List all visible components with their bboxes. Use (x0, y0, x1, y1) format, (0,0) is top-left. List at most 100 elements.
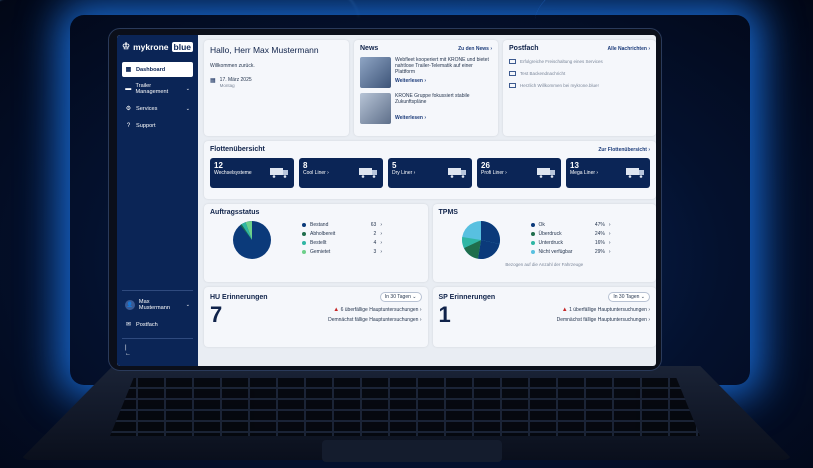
warning-icon: ▲ (333, 307, 340, 313)
sidebar-item-label: Services (136, 105, 158, 112)
tpms-pie (461, 220, 500, 260)
legend-row[interactable]: Gemietet 3 › (302, 249, 382, 255)
news-item-body: KRONE Gruppe fokussiert stabile Zukunfts… (395, 93, 492, 124)
chevron-right-icon: › (380, 249, 382, 255)
legend-dot (530, 241, 535, 245)
select-value: In 30 Tagen (384, 294, 411, 300)
legend-row[interactable]: Abholbereit 2 › (302, 231, 382, 237)
news-item[interactable]: Webfleet kooperiert mit KRONE und bietet… (360, 57, 492, 88)
legend-value: 16% (594, 240, 605, 246)
sidebar-item-trailer-management[interactable]: ▬ Trailer Management ⌄ (122, 79, 193, 99)
legend-dot (302, 250, 306, 254)
mail-subject: Test Backendnachricht (520, 71, 566, 76)
app-screen: ♔ mykrone blue ▦ Dashboard ▬ Trailer Man… (117, 35, 656, 366)
mailbox-title: Postfach (509, 45, 539, 52)
legend-row[interactable]: Unterdruck 16% › (530, 240, 611, 246)
sp-overdue-link[interactable]: ▲ 1 überfällige Hauptuntersuchungen › (557, 307, 650, 313)
legend-row[interactable]: Nicht verfügbar 29% › (530, 249, 611, 255)
sidebar-item-services[interactable]: ⚙ Services ⌄ (122, 101, 193, 116)
mail-item[interactable]: Erfolgreiche Freischaltung eines Service… (509, 59, 650, 64)
legend-dot (302, 232, 306, 236)
sp-links: ▲ 1 überfällige Hauptuntersuchungen › De… (557, 307, 650, 323)
hu-period-select[interactable]: In 30 Tagen ⌄ (379, 292, 422, 302)
news-item[interactable]: KRONE Gruppe fokussiert stabile Zukunfts… (360, 93, 492, 124)
sp-title: SP Erinnerungen (438, 293, 496, 301)
truck-icon (448, 168, 466, 178)
truck-icon (270, 168, 288, 178)
legend-row[interactable]: Bestellt 4 › (302, 240, 382, 246)
link-text: Weiterlesen (395, 115, 423, 121)
truck-icon (359, 168, 377, 178)
date-block: ▦ 17. März 2025 Montag (210, 77, 343, 88)
mail-item[interactable]: Test Backendnachricht (509, 71, 650, 76)
fleet-tile-profi-liner[interactable]: 26 Profi Liner › (477, 158, 561, 188)
hu-soon-link[interactable]: Demnächst fällige Hauptuntersuchungen › (328, 317, 421, 323)
fleet-tile-cool-liner[interactable]: 8 Cool Liner › (299, 158, 383, 188)
sidebar-item-postfach[interactable]: ✉ Postfach (122, 317, 193, 332)
link-text: Demnächst fällige Hauptuntersuchungen (556, 317, 647, 323)
fleet-label-text: Cool Liner (303, 170, 326, 176)
crown-icon: ♔ (122, 41, 131, 51)
fleet-tile-dry-liner[interactable]: 5 Dry Liner › (388, 158, 472, 188)
sidebar-item-label: Dashboard (136, 66, 166, 73)
link-text: Weiterlesen (395, 78, 423, 84)
legend-label: Nicht verfügbar (538, 249, 573, 255)
legend-dot (302, 241, 306, 245)
charts-row: Auftragsstatus Bestand 63 › Abholbereit 2 › … (204, 204, 656, 282)
tpms-footnote: Bezogen auf die Anzahl der Fahrzeuge (505, 262, 584, 267)
fleet-title: Flottenübersicht (210, 146, 265, 153)
news-image (360, 93, 391, 124)
hu-count: 7 (210, 302, 223, 327)
legend-row[interactable]: Überdruck 24% › (530, 231, 611, 237)
hu-overdue-link[interactable]: ▲ 6 überfällige Hauptuntersuchungen › (328, 307, 421, 313)
sidebar-item-support[interactable]: ? Support (122, 118, 193, 133)
weekday-text: Montag (219, 83, 235, 88)
top-row: Hallo, Herr Max Mustermann Willkommen zu… (204, 40, 656, 136)
mailbox-all-link[interactable]: Alle Nachrichten › (607, 46, 650, 52)
fleet-card: Flottenübersicht Zur Flottenübersicht › … (204, 141, 656, 199)
legend-dot (530, 232, 535, 236)
fleet-tile-wechselsysteme[interactable]: 12 Wechselsysteme (210, 158, 294, 188)
collapse-sidebar-button[interactable]: |← (122, 343, 193, 358)
link-text: Zu den News (458, 45, 489, 52)
sidebar-user[interactable]: 👤 Max Mustermann ⌄ (122, 295, 193, 315)
legend-row[interactable]: Ok 47% › (530, 222, 611, 228)
sp-soon-link[interactable]: Demnächst fällige Hauptuntersuchungen › (557, 317, 650, 323)
legend-value: 4 (373, 240, 377, 246)
legend-row[interactable]: Bestand 63 › (302, 222, 382, 228)
sp-count: 1 (438, 302, 451, 327)
envelope-icon (509, 59, 516, 64)
welcome-subtitle: Willkommen zurück. (210, 63, 255, 69)
fleet-label-text: Profi Liner (481, 170, 504, 176)
fleet-link[interactable]: Zur Flottenübersicht › (598, 147, 650, 153)
mail-icon: ✉ (125, 322, 132, 328)
fleet-row: 12 Wechselsysteme 8 Cool Liner › 5 Dry L… (210, 158, 650, 188)
welcome-title: Hallo, Herr Max Mustermann (210, 45, 319, 55)
legend-label: Abholbereit (310, 231, 336, 237)
calendar-icon: ▦ (210, 78, 216, 84)
news-card: News Zu den News › Webfleet kooperiert m… (354, 40, 498, 136)
chevron-right-icon: › (608, 231, 611, 237)
welcome-card: Hallo, Herr Max Mustermann Willkommen zu… (204, 40, 349, 136)
news-all-link[interactable]: Zu den News › (458, 46, 492, 52)
app-logo[interactable]: ♔ mykrone blue (122, 41, 193, 52)
truck-icon (626, 168, 644, 178)
read-more-link[interactable]: Weiterlesen › (395, 78, 492, 84)
hu-reminders-card: HU Erinnerungen In 30 Tagen ⌄ 7 ▲ 6 über… (204, 287, 428, 347)
chevron-right-icon: › (608, 249, 611, 255)
sp-header: SP Erinnerungen In 30 Tagen ⌄ (438, 292, 650, 302)
sidebar-item-dashboard[interactable]: ▦ Dashboard (122, 62, 193, 77)
dashboard-icon: ▦ (125, 67, 132, 73)
select-value: In 30 Tagen (613, 294, 640, 300)
chevron-right-icon: › (380, 231, 382, 237)
sp-period-select[interactable]: In 30 Tagen ⌄ (608, 292, 650, 302)
mail-item[interactable]: Herzlich Willkommen bei mykrone.blue! (509, 83, 650, 88)
tpms-card: TPMS Ok 47% › Überdruck 24% › Unterdruck 16% ›… (432, 204, 656, 282)
legend-dot (530, 223, 535, 227)
read-more-link[interactable]: Weiterlesen › (395, 115, 492, 121)
fleet-tile-mega-liner[interactable]: 13 Mega Liner › (566, 158, 650, 188)
legend-label: Gemietet (310, 249, 331, 255)
laptop-trackpad (322, 440, 502, 462)
fleet-label-text: Mega Liner (570, 170, 596, 176)
chevron-down-icon: ⌄ (185, 302, 190, 308)
